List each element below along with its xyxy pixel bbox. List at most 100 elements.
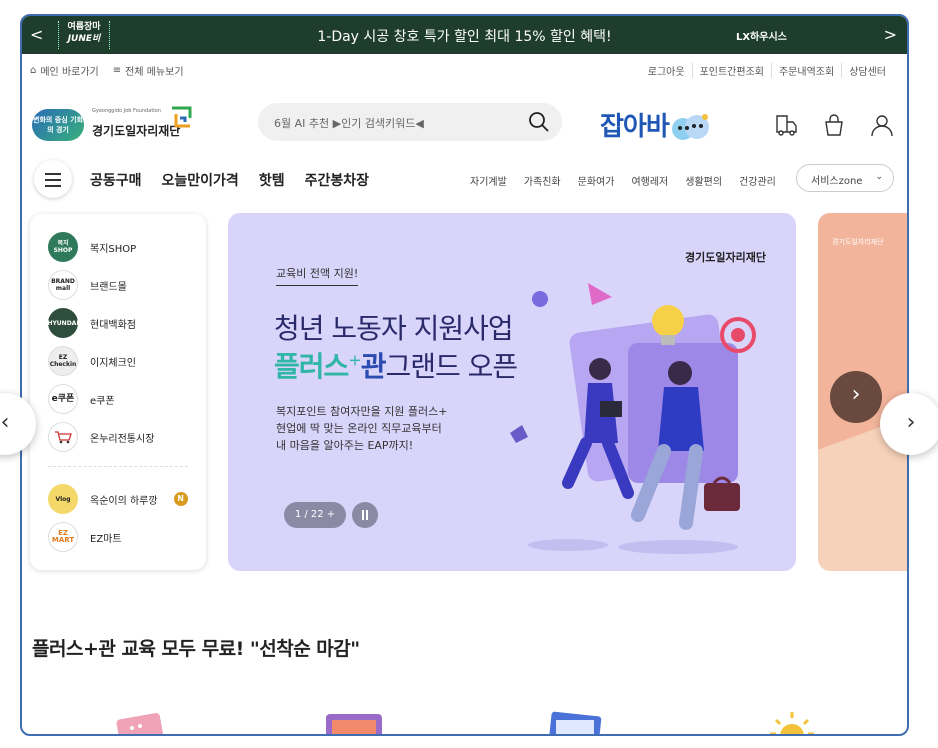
utility-bar: ⌂ 메인 바로가기 ≡ 전체 메뉴보기 로그아웃 포인트간편조회 주문내역조회 상담… [22,54,907,84]
sidebar-item-label: 온누리전통시장 [90,433,155,445]
foundation-logo[interactable]: Gyeonggido Job Foundation 경기도일자리재단 [92,108,180,139]
market-cart-icon [48,422,78,452]
main-banner[interactable]: 교육비 전액 지원! 청년 노동자 지원사업 플러스+관그랜드 오픈 복지포인트… [228,213,796,571]
shortcut-sidebar: 복지 SHOP 복지SHOP BRAND mall 브랜드몰 HYUNDAI 현… [30,214,206,570]
course-thumbnail-icon[interactable] [546,710,604,736]
sidebar-item-hyundai[interactable]: HYUNDAI 현대백화점 [47,308,136,338]
sidebar-item-welfare-shop[interactable]: 복지 SHOP 복지SHOP [48,232,136,262]
home-link-label: 메인 바로가기 [40,67,99,78]
full-menu-label: 전체 메뉴보기 [125,67,184,78]
jobaba-logo[interactable]: 잡아바 [600,106,711,145]
foundation-name-en: Gyeonggido Job Foundation [92,108,161,114]
sidebar-item-label: e쿠폰 [90,395,115,407]
header-icons [773,112,895,138]
cart-icon [55,431,72,444]
hamburger-line [45,179,61,181]
carousel-next-button[interactable]: › [880,393,938,455]
sidebar-item-brand-mall[interactable]: BRAND mall 브랜드몰 [48,270,127,300]
nav-travel[interactable]: 여행레저 [631,173,668,188]
banner-desc-line: 복지포인트 참여자만을 지원 플러스+ [276,405,448,418]
lx-brand-logo: LX하우시스 [736,32,787,43]
nav-culture[interactable]: 문화여가 [578,173,615,188]
chevron-down-icon: ⌄ [875,172,883,182]
new-badge: N [173,492,188,506]
logout-link[interactable]: 로그아웃 [641,63,692,78]
sidebar-item-vlog[interactable]: Vlog 옥순이의 하루깡 N [48,484,188,514]
user-icon[interactable] [869,112,895,138]
banner-pause-button[interactable] [352,502,378,528]
foundation-mark-icon [172,106,192,128]
home-link[interactable]: ⌂ 메인 바로가기 [30,63,99,78]
sidebar-item-label: 복지SHOP [90,243,137,255]
welfare-shop-icon: 복지 SHOP [48,232,78,262]
banner-title-sup: + [348,350,361,370]
foundation-name-ko: 경기도일자리재단 [92,124,181,138]
ez-mart-icon: EZ MART [48,522,78,552]
order-history-link[interactable]: 주문내역조회 [770,63,841,78]
sidebar-item-label: 옥순이의 하루깡 [90,495,158,507]
home-icon: ⌂ [30,65,37,76]
banner-title-line2: 플러스+관그랜드 오픈 [274,345,518,385]
sidebar-item-ez-mart[interactable]: EZ MART EZ마트 [48,522,122,552]
sidebar-item-label: 브랜드몰 [90,281,127,293]
support-center-link[interactable]: 상담센터 [841,63,893,78]
sidebar-item-label: 이지체크인 [90,357,136,369]
search-bar[interactable]: 6월 AI 추천 ▶인기 검색키워드◀ [258,103,562,141]
ecoupon-icon: e쿠폰 [48,384,78,414]
nav-today-price[interactable]: 오늘만이가격 [162,170,239,190]
shopping-bag-icon[interactable] [821,112,847,138]
promo-next-button[interactable]: > [884,25,897,44]
banner-eyebrow: 교육비 전액 지원! [276,265,359,286]
banner-title-gwan: 관 [360,350,387,383]
nav-weekly[interactable]: 주간봉차장 [305,170,369,190]
sidebar-item-ez-checkin[interactable]: EZ Checkin 이지체크인 [48,346,136,376]
nav-family[interactable]: 가족친화 [524,173,561,188]
banner-brand-logo: 경기도일자리재단 [685,251,766,264]
jobaba-mascot-icon [671,113,709,140]
browser-frame: < 여름장마 JUNE비 1-Day 시공 창호 특가 할인 최대 15% 할인… [20,14,909,736]
category-nav: 자기계발 가족친화 문화여가 여행레저 생활편의 건강관리 [470,173,776,188]
jobaba-wordmark: 잡아바 [600,112,670,142]
nav-self-development[interactable]: 자기계발 [470,173,507,188]
full-menu-link[interactable]: ≡ 전체 메뉴보기 [113,63,184,78]
pause-icon [366,510,368,520]
gyeonggi-badge-logo[interactable]: 변화의 중심 기회의 경기 [32,109,84,141]
search-icon[interactable] [528,111,550,133]
nav-group-buy[interactable]: 공동구매 [90,170,142,190]
point-lookup-link[interactable]: 포인트간편조회 [691,63,771,78]
peek-brand-logo: 경기도일자리재단 [832,238,884,246]
main-nav: 공동구매 오늘만이가격 핫템 주간봉차장 [90,170,369,190]
banner-title-rest: 그랜드 오픈 [385,350,518,383]
course-thumbnail-icon[interactable] [322,710,386,736]
sidebar-item-onnuri[interactable]: 온누리전통시장 [48,422,154,452]
next-banner-peek[interactable]: 경기도일자리재단 › [818,213,907,571]
search-placeholder: 6월 AI 추천 ▶인기 검색키워드◀ [274,117,424,130]
sidebar-item-label: 현대백화점 [90,319,136,331]
banner-title-plus: 플러스 [274,350,349,383]
banner-desc-line: 내 마음을 알아주는 EAP까지! [276,439,414,452]
ez-checkin-icon: EZ Checkin [48,346,78,376]
hamburger-line [45,173,61,175]
banner-pager[interactable]: 1 / 22 + [284,502,346,528]
banner-description: 복지포인트 참여자만을 지원 플러스+ 현업에 딱 맞는 온라인 직무교육부터 … [276,403,448,454]
banner-next-button[interactable]: › [830,371,882,423]
course-thumbnail-icon[interactable] [112,710,168,736]
delivery-truck-icon[interactable] [773,112,799,138]
hamburger-menu-button[interactable] [34,160,72,198]
service-zone-label: 서비스zone [811,176,863,187]
banner-illustration [510,283,756,554]
service-zone-dropdown[interactable]: 서비스zone ⌄ [796,164,894,192]
sidebar-item-label: EZ마트 [90,533,122,545]
nav-health[interactable]: 건강관리 [739,173,776,188]
promo-bar[interactable]: < 여름장마 JUNE비 1-Day 시공 창호 특가 할인 최대 15% 할인… [22,16,907,54]
sidebar-divider [48,466,188,467]
hamburger-line [45,185,61,187]
hyundai-icon: HYUNDAI [47,308,79,338]
banner-desc-line: 현업에 딱 맞는 온라인 직무교육부터 [276,422,442,435]
course-thumbnail-icon[interactable] [764,710,820,736]
sidebar-item-ecoupon[interactable]: e쿠폰 e쿠폰 [48,384,115,414]
brand-mall-icon: BRAND mall [48,270,78,300]
nav-living[interactable]: 생활편의 [685,173,722,188]
vlog-icon: Vlog [48,484,78,514]
nav-hot-item[interactable]: 핫템 [259,170,285,190]
